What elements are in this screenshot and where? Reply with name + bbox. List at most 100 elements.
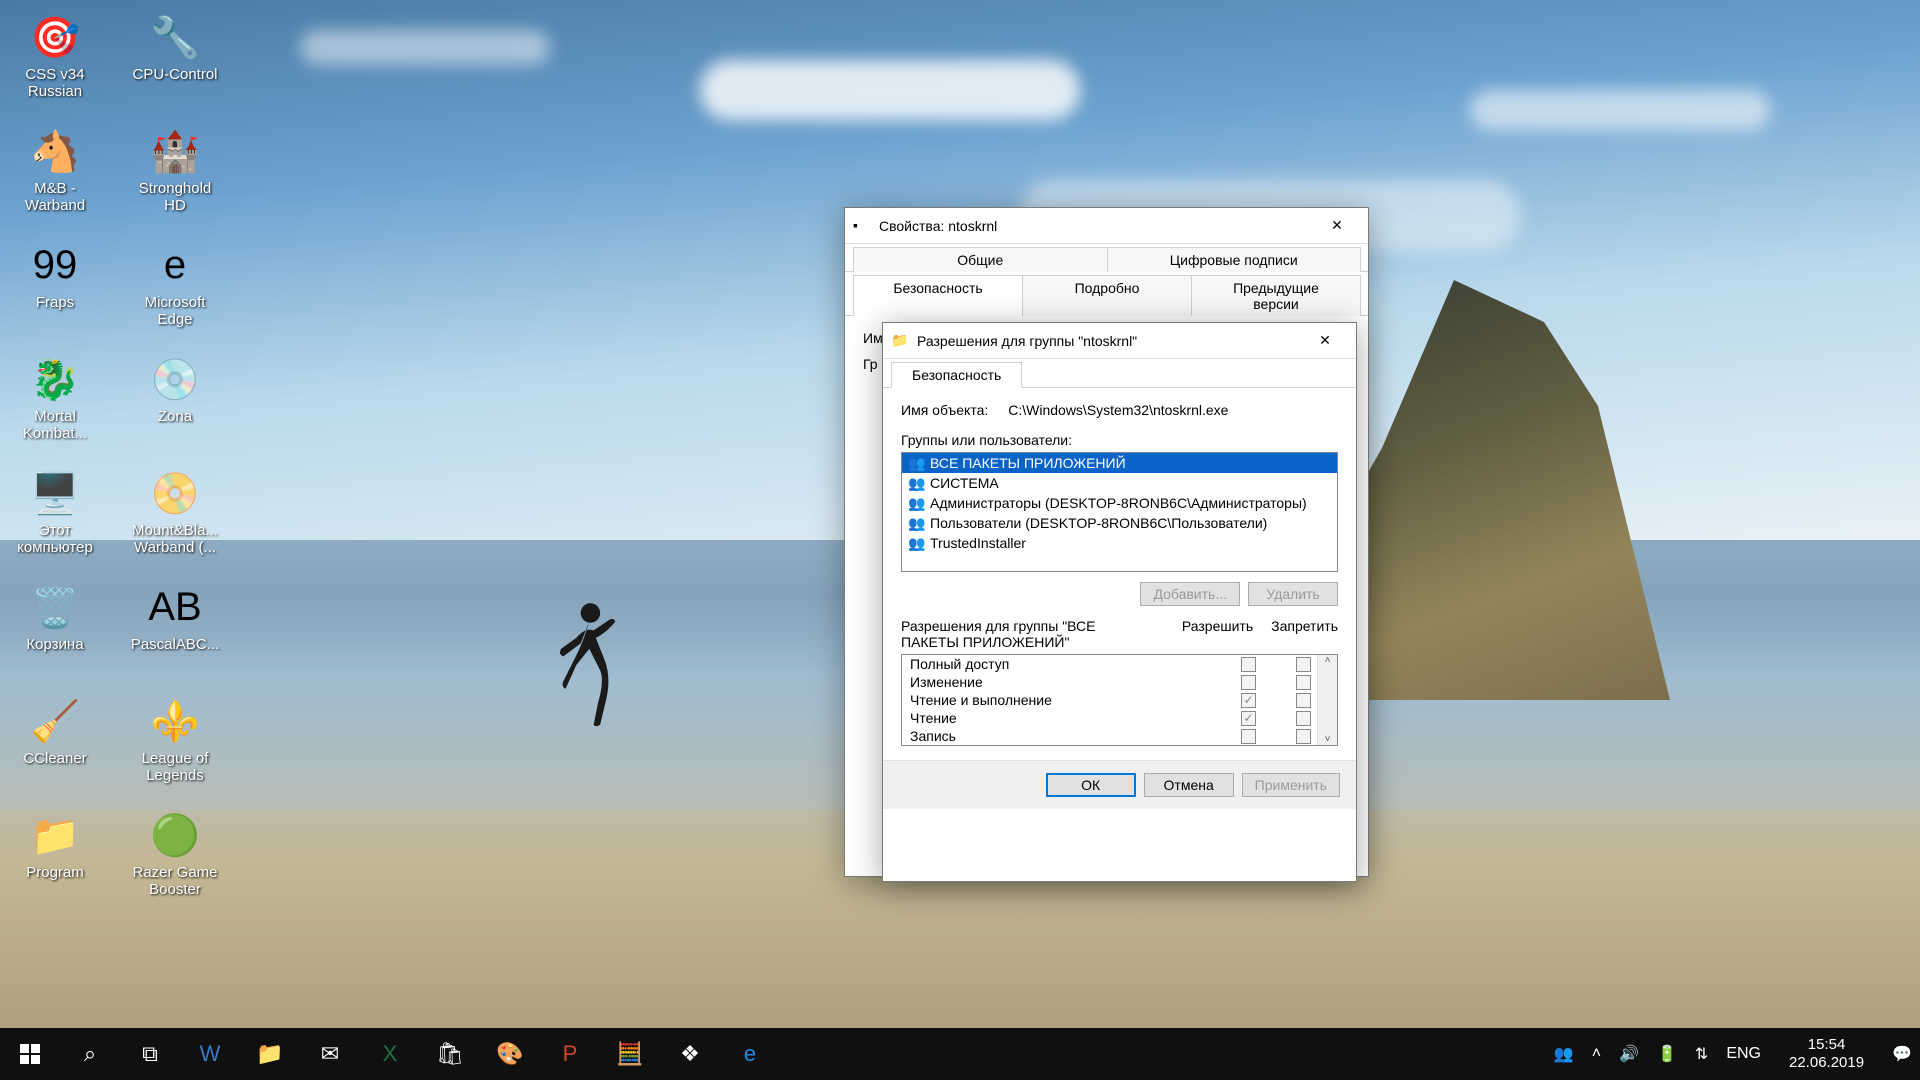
desktop-icon[interactable]: 🏰Stronghold HD — [125, 119, 225, 231]
close-button[interactable]: ✕ — [1302, 323, 1348, 359]
deny-checkbox[interactable] — [1296, 675, 1311, 690]
permission-row: Чтение и выполнение — [902, 691, 1337, 709]
scrollbar[interactable]: ˄˅ — [1317, 655, 1337, 745]
app-icon: 💿 — [147, 351, 203, 407]
add-button[interactable]: Добавить... — [1140, 582, 1240, 606]
desktop-icon[interactable]: 🔧CPU-Control — [125, 5, 225, 117]
taskbar-app-calculator[interactable]: 🧮 — [600, 1028, 660, 1080]
tab-versions[interactable]: Предыдущие версии — [1191, 275, 1361, 316]
taskbar-app-explorer[interactable]: 📁 — [240, 1028, 300, 1080]
allow-checkbox[interactable] — [1241, 729, 1256, 744]
deny-checkbox[interactable] — [1296, 693, 1311, 708]
titlebar[interactable]: 📁 Разрешения для группы "ntoskrnl" ✕ — [883, 323, 1356, 359]
desktop-icon[interactable]: 📁 Program — [5, 803, 105, 915]
taskbar-app-game[interactable]: ❖ — [660, 1028, 720, 1080]
taskbar[interactable]: ⌕ ⧉ W 📁 ✉ X 🛍 🎨 P 🧮 ❖ e 👥 ˄ 🔊 🔋 ⇅ ENG 15… — [0, 1028, 1920, 1080]
people-icon[interactable]: 👥 — [1554, 1044, 1574, 1064]
app-icon: 🐴 — [27, 123, 83, 179]
tab-signatures[interactable]: Цифровые подписи — [1107, 247, 1362, 272]
tab-details[interactable]: Подробно — [1022, 275, 1192, 316]
tab-security[interactable]: Безопасность — [853, 275, 1023, 316]
group-list-item[interactable]: 👥TrustedInstaller — [902, 533, 1337, 553]
desktop-icon[interactable]: 🧹CCleaner — [5, 689, 105, 801]
remove-button[interactable]: Удалить — [1248, 582, 1338, 606]
group-icon: 👥 — [908, 534, 926, 552]
group-icon: 👥 — [908, 454, 926, 472]
taskbar-app-store[interactable]: 🛍 — [420, 1028, 480, 1080]
icon-label: Корзина — [26, 637, 83, 654]
permissions-dialog[interactable]: 📁 Разрешения для группы "ntoskrnl" ✕ Без… — [882, 322, 1357, 882]
permission-row: Полный доступ — [902, 655, 1337, 673]
desktop-icon[interactable]: 99Fraps — [5, 233, 105, 345]
app-icon: 🗑️ — [27, 579, 83, 635]
app-icon: 99 — [27, 237, 83, 293]
desktop-icon[interactable]: 🖥️Этот компьютер — [5, 461, 105, 573]
battery-icon[interactable]: 🔋 — [1657, 1044, 1677, 1064]
dialog-footer: ОК Отмена Применить — [883, 760, 1356, 809]
group-list-item[interactable]: 👥СИСТЕМА — [902, 473, 1337, 493]
tabs: Безопасность — [883, 361, 1356, 388]
desktop[interactable]: 🎯CSS v34 Russian🐴M&B - Warband99Fraps🐉Mo… — [0, 0, 1920, 1080]
tray-chevron-icon[interactable]: ˄ — [1592, 1045, 1601, 1063]
desktop-icon[interactable]: eMicrosoft Edge — [125, 233, 225, 345]
permission-row: Запись — [902, 727, 1337, 745]
group-list-item[interactable]: 👥ВСЕ ПАКЕТЫ ПРИЛОЖЕНИЙ — [902, 453, 1337, 473]
task-view-button[interactable]: ⧉ — [120, 1028, 180, 1080]
allow-checkbox[interactable] — [1241, 675, 1256, 690]
group-list-item[interactable]: 👥Администраторы (DESKTOP-8RONB6C\Админис… — [902, 493, 1337, 513]
allow-checkbox[interactable] — [1241, 693, 1256, 708]
icon-label: PascalABC... — [131, 637, 219, 654]
deny-checkbox[interactable] — [1296, 729, 1311, 744]
language-indicator[interactable]: ENG — [1726, 1045, 1761, 1063]
taskbar-app-powerpoint[interactable]: P — [540, 1028, 600, 1080]
group-name: СИСТЕМА — [930, 475, 999, 491]
ok-button[interactable]: ОК — [1046, 773, 1136, 797]
desktop-icon[interactable]: 🗑️ Корзина — [5, 575, 105, 687]
desktop-icon[interactable]: 🐉Mortal Kombat... — [5, 347, 105, 459]
object-name-value: C:\Windows\System32\ntoskrnl.exe — [1008, 402, 1228, 418]
taskbar-app-edge[interactable]: e — [720, 1028, 780, 1080]
start-button[interactable] — [0, 1028, 60, 1080]
clock[interactable]: 15:54 22.06.2019 — [1779, 1036, 1874, 1072]
taskbar-app-paint[interactable]: 🎨 — [480, 1028, 540, 1080]
group-icon: 👥 — [908, 514, 926, 532]
groups-label: Группы или пользователи: — [901, 432, 1338, 448]
close-button[interactable]: ✕ — [1314, 208, 1360, 244]
taskbar-app-word[interactable]: W — [180, 1028, 240, 1080]
permissions-list[interactable]: Полный доступИзменениеЧтение и выполнени… — [901, 654, 1338, 746]
group-list-item[interactable]: 👥Пользователи (DESKTOP-8RONB6C\Пользоват… — [902, 513, 1337, 533]
icon-label: Microsoft Edge — [127, 295, 223, 328]
desktop-icon[interactable]: 📀Mount&Bla... Warband (... — [125, 461, 225, 573]
icon-label: Program — [26, 865, 84, 882]
deny-column-header: Запретить — [1271, 618, 1338, 650]
scroll-down-icon[interactable]: ˅ — [1325, 734, 1331, 745]
desktop-icon[interactable]: 🟢Razer Game Booster — [125, 803, 225, 915]
titlebar[interactable]: ▪ Свойства: ntoskrnl ✕ — [845, 208, 1368, 244]
desktop-icon[interactable]: 🐴M&B - Warband — [5, 119, 105, 231]
search-button[interactable]: ⌕ — [60, 1028, 120, 1080]
deny-checkbox[interactable] — [1296, 657, 1311, 672]
allow-checkbox[interactable] — [1241, 711, 1256, 726]
allow-checkbox[interactable] — [1241, 657, 1256, 672]
taskbar-app-excel[interactable]: X — [360, 1028, 420, 1080]
desktop-icon[interactable]: 💿Zona — [125, 347, 225, 459]
action-center-icon[interactable]: 💬 — [1892, 1044, 1912, 1064]
network-icon[interactable]: ⇅ — [1695, 1044, 1708, 1064]
system-tray[interactable]: 👥 ˄ 🔊 🔋 ⇅ ENG 15:54 22.06.2019 💬 — [1546, 1028, 1920, 1080]
scroll-up-icon[interactable]: ˄ — [1325, 655, 1331, 666]
app-icon: 📁 — [27, 807, 83, 863]
group-users-list[interactable]: 👥ВСЕ ПАКЕТЫ ПРИЛОЖЕНИЙ👥СИСТЕМА👥Администр… — [901, 452, 1338, 572]
desktop-icon[interactable]: ⚜️League of Legends — [125, 689, 225, 801]
app-icon: ▪ — [853, 217, 871, 235]
tab-security[interactable]: Безопасность — [891, 362, 1022, 388]
permission-name: Чтение — [910, 710, 957, 726]
desktop-icon[interactable]: 🎯CSS v34 Russian — [5, 5, 105, 117]
desktop-icon[interactable]: ABPascalABC... — [125, 575, 225, 687]
volume-icon[interactable]: 🔊 — [1619, 1044, 1639, 1064]
cancel-button[interactable]: Отмена — [1144, 773, 1234, 797]
deny-checkbox[interactable] — [1296, 711, 1311, 726]
apply-button[interactable]: Применить — [1242, 773, 1340, 797]
wallpaper-cloud — [700, 60, 1080, 120]
taskbar-app-mail[interactable]: ✉ — [300, 1028, 360, 1080]
tab-general[interactable]: Общие — [853, 247, 1108, 272]
